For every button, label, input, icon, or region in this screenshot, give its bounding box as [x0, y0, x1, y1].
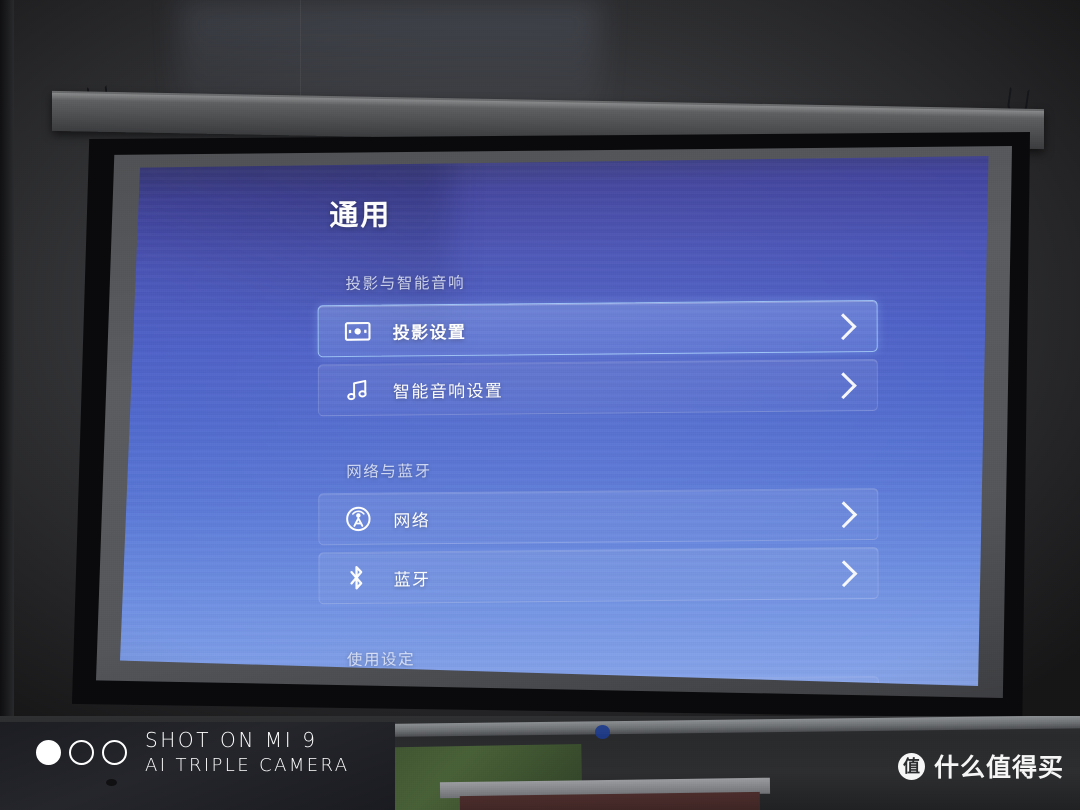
page-title: 通用	[329, 199, 392, 233]
lens-dot-outline-icon	[102, 739, 127, 765]
chevron-right-icon	[829, 312, 857, 340]
settings-group-projection-audio: 投影与智能音响 投影设置 智能音响设置	[317, 267, 878, 417]
wall-hole	[106, 779, 117, 786]
photo-scene: 通用 投影与智能音响 投影设置 智能音响设置 网络与蓝牙 网络 蓝牙 使用设定 …	[0, 0, 1080, 810]
site-watermark: 值 什么值得买	[897, 748, 1064, 784]
group-label-usage: 使用设定	[346, 651, 416, 670]
chevron-right-icon	[830, 500, 858, 528]
projected-image: 通用 投影与智能音响 投影设置 智能音响设置 网络与蓝牙 网络 蓝牙 使用设定	[120, 156, 989, 686]
settings-row-smart-speaker[interactable]: 智能音响设置	[317, 358, 878, 417]
camera-watermark-text: SHOT ON MI 9 AI TRIPLE CAMERA	[145, 728, 349, 777]
camera-watermark: SHOT ON MI 9 AI TRIPLE CAMERA	[28, 728, 349, 777]
site-watermark-label: 什么值得买	[933, 754, 1064, 782]
settings-row-label: 智能音响设置	[392, 381, 504, 402]
chevron-right-icon	[830, 559, 858, 587]
bluetooth-icon	[346, 564, 380, 592]
group-label-projection-audio: 投影与智能音响	[345, 274, 466, 294]
smzdm-badge-icon: 值	[897, 752, 925, 780]
settings-rows-projection-audio: 投影设置 智能音响设置	[317, 299, 878, 417]
projector-icon	[344, 317, 379, 345]
camera-watermark-line2: AI TRIPLE CAMERA	[145, 754, 350, 776]
settings-row-bluetooth[interactable]: 蓝牙	[318, 546, 879, 605]
settings-row-network[interactable]: 网络	[318, 487, 879, 546]
settings-row-label: 网络	[393, 510, 431, 531]
music-note-icon	[345, 376, 379, 404]
lens-dot-filled-icon	[36, 739, 61, 765]
camera-watermark-line1: SHOT ON MI 9	[145, 728, 318, 752]
settings-row-projection[interactable]: 投影设置	[317, 299, 878, 358]
network-broadcast-icon	[345, 505, 379, 533]
wall-left-edge	[0, 0, 14, 760]
settings-row-label: 投影设置	[392, 322, 467, 343]
chevron-right-icon	[829, 371, 857, 399]
settings-group-network-bluetooth: 网络与蓝牙 网络 蓝牙	[318, 455, 879, 605]
projector-settings-ui: 通用 投影与智能音响 投影设置 智能音响设置 网络与蓝牙 网络 蓝牙 使用设定	[120, 156, 989, 686]
wall-blue-dot	[595, 725, 610, 739]
lens-dot-outline-icon	[69, 739, 94, 765]
shelf-board-front	[459, 791, 761, 810]
group-label-network-bluetooth: 网络与蓝牙	[346, 463, 432, 482]
camera-lens-dots-icon	[36, 739, 127, 765]
settings-row-label: 蓝牙	[393, 569, 431, 590]
settings-rows-network-bluetooth: 网络 蓝牙	[318, 487, 879, 605]
